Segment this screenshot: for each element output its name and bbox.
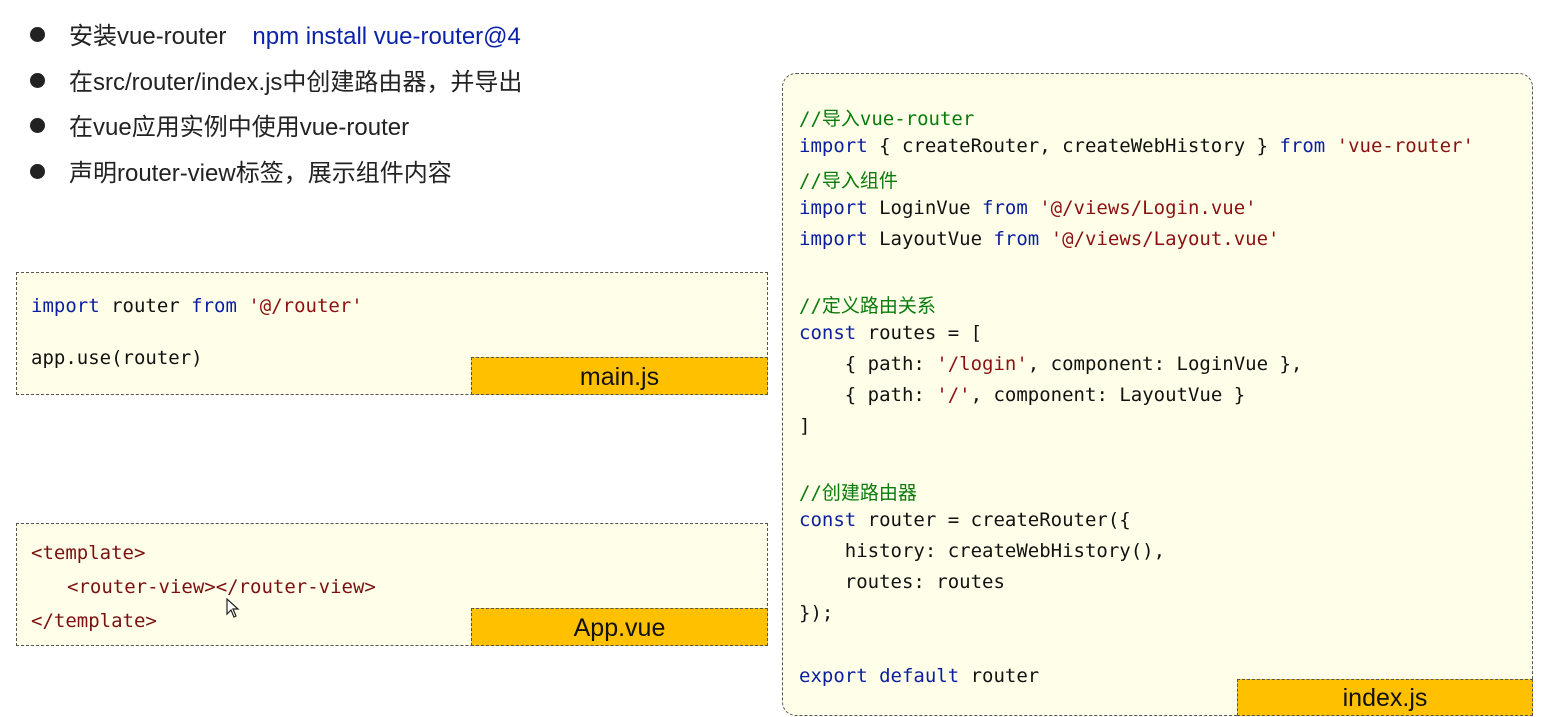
code-line-create-router: const router = createRouter({ <box>799 509 1131 531</box>
string-literal: '@/views/Login.vue' <box>1027 197 1257 219</box>
comment-import-components: //导入组件 <box>799 170 898 192</box>
keyword: import <box>799 197 868 219</box>
keyword: const <box>799 509 857 531</box>
identifier: router = createRouter({ <box>856 509 1131 531</box>
bullet-item-install: 安装vue-router npm install vue-router@4 <box>30 20 521 54</box>
string-literal: 'vue-router' <box>1325 135 1474 157</box>
keyword: from <box>982 197 1028 219</box>
string-literal: '/login' <box>936 353 1028 375</box>
bullet-dot-icon <box>30 73 45 89</box>
code-text: { path: <box>799 353 937 375</box>
code-line-routes-open: const routes = [ <box>799 322 982 344</box>
keyword: from <box>993 228 1040 250</box>
comment-create-router: //创建路由器 <box>799 482 917 504</box>
identifier: LoginVue <box>867 197 983 219</box>
bullet-dot-icon <box>30 118 45 134</box>
main-js-label: main.js <box>471 357 768 395</box>
comment-define-routes: //定义路由关系 <box>799 295 936 317</box>
code-line-routes-prop: routes: routes <box>799 571 1005 593</box>
keyword: import <box>799 228 868 250</box>
keyword: import <box>799 135 868 157</box>
bullet-dot-icon <box>30 27 45 43</box>
string-literal: '@/router' <box>236 295 363 317</box>
code-line-close-call: }); <box>799 602 834 624</box>
index-js-code-box: //导入vue-router import { createRouter, cr… <box>782 73 1533 716</box>
code-line-route-login: { path: '/login', component: LoginVue }, <box>799 353 1303 375</box>
install-command: npm install vue-router@4 <box>252 23 521 50</box>
code-text: , component: LoginVue }, <box>1027 353 1303 375</box>
main-js-use-line: app.use(router) <box>31 347 203 369</box>
code-text: { path: <box>799 384 937 406</box>
code-line-import-router: import { createRouter, createWebHistory … <box>799 135 1474 157</box>
string-literal: '@/views/Layout.vue' <box>1039 228 1280 250</box>
app-vue-label: App.vue <box>471 608 768 646</box>
code-text: , component: LayoutVue } <box>970 384 1246 406</box>
code-line-import-layout: import LayoutVue from '@/views/Layout.vu… <box>799 228 1279 250</box>
code-line-export: export default router <box>799 665 1039 687</box>
bullet-item-use-router: 在vue应用实例中使用vue-router <box>30 111 409 145</box>
bullet-item-create-router: 在src/router/index.js中创建路由器，并导出 <box>30 66 522 100</box>
code-line-import-login: import LoginVue from '@/views/Login.vue' <box>799 197 1257 219</box>
keyword: from <box>1279 135 1326 157</box>
identifier: router <box>99 295 192 317</box>
bullet-text: 在vue应用实例中使用vue-router <box>69 114 410 141</box>
bullet-text: 在src/router/index.js中创建路由器，并导出 <box>69 69 523 96</box>
comment-import-router: //导入vue-router <box>799 108 975 130</box>
mouse-pointer-icon <box>226 598 240 618</box>
main-js-import-line: import router from '@/router' <box>31 295 363 317</box>
identifier: LayoutVue <box>867 228 994 250</box>
keyword: default <box>867 665 960 687</box>
bullet-item-router-view: 声明router-view标签，展示组件内容 <box>30 157 452 191</box>
code-line-routes-close: ] <box>799 415 811 437</box>
bullet-text: 安装vue-router <box>69 23 227 50</box>
bullet-text: 声明router-view标签，展示组件内容 <box>69 160 452 187</box>
router-view-tag: <router-view></router-view> <box>67 576 376 598</box>
keyword: const <box>799 322 857 344</box>
string-literal: '/' <box>936 384 971 406</box>
code-line-route-layout: { path: '/', component: LayoutVue } <box>799 384 1245 406</box>
template-open-tag: <template> <box>31 542 146 564</box>
keyword: from <box>191 295 237 317</box>
keyword: import <box>31 295 100 317</box>
keyword: export <box>799 665 868 687</box>
identifier: { createRouter, createWebHistory } <box>867 135 1280 157</box>
identifier: router <box>959 665 1040 687</box>
bullet-dot-icon <box>30 164 45 180</box>
code-line-history: history: createWebHistory(), <box>799 540 1166 562</box>
identifier: routes = [ <box>856 322 983 344</box>
index-js-label: index.js <box>1237 679 1533 716</box>
template-close-tag: </template> <box>31 610 157 632</box>
